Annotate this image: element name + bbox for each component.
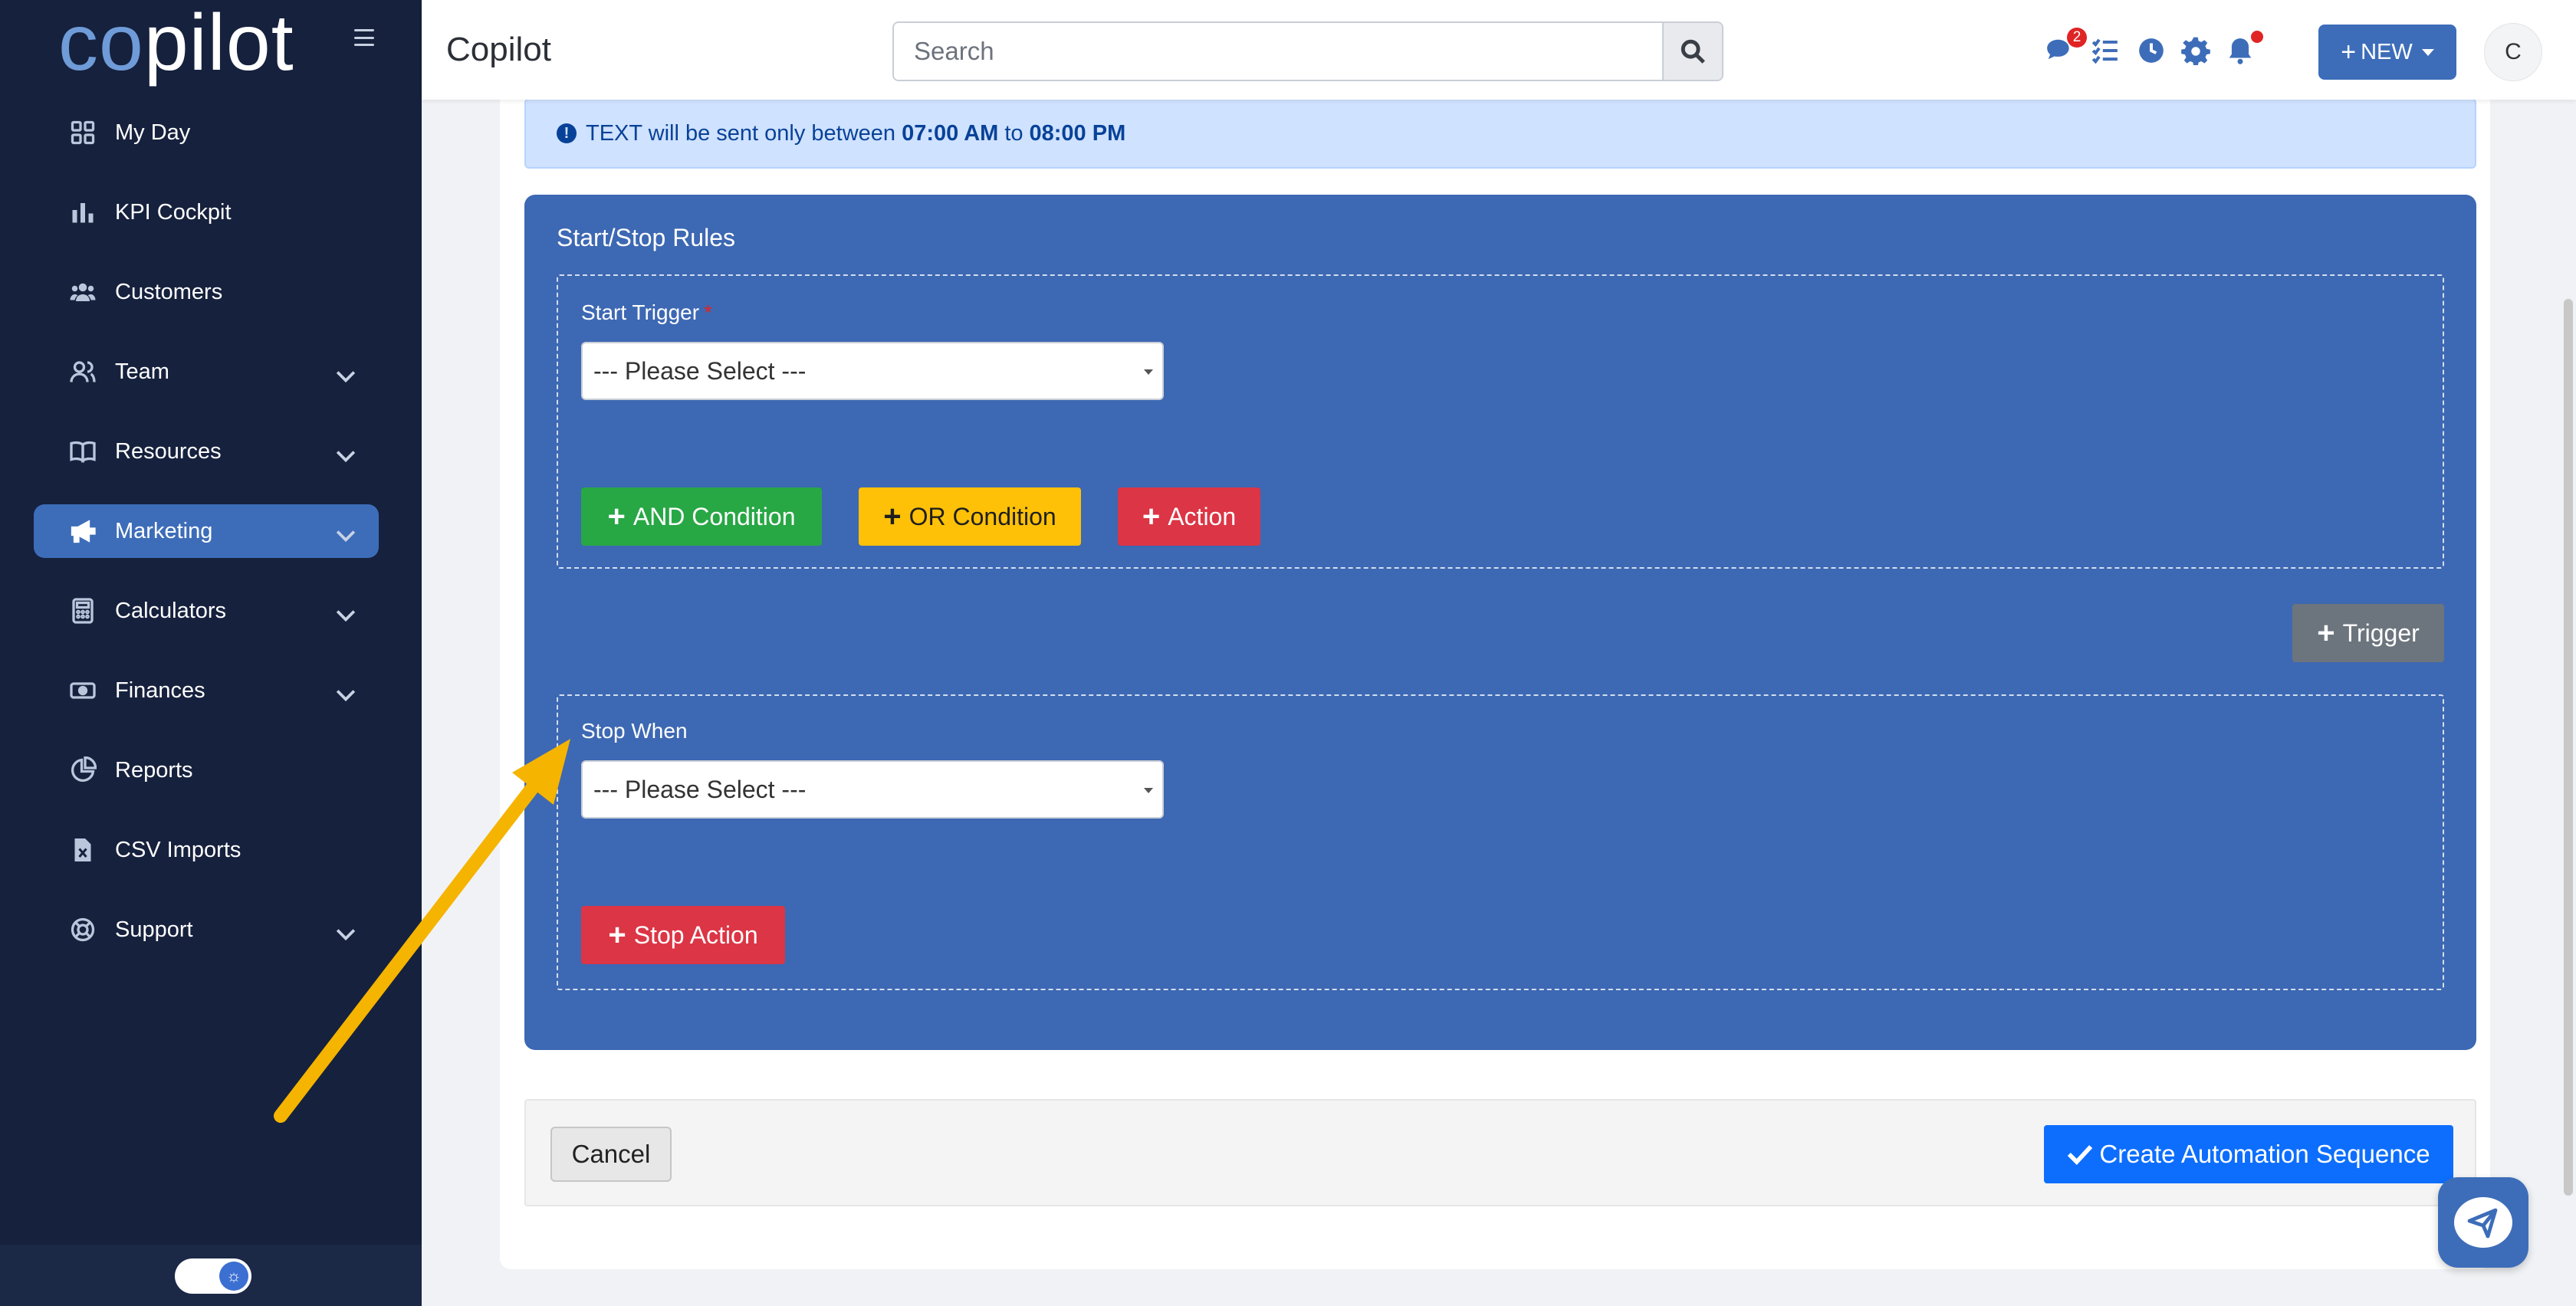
megaphone-icon <box>67 516 98 546</box>
stop-when-select[interactable]: --- Please Select --- <box>581 760 1164 819</box>
history-button[interactable] <box>2136 35 2167 66</box>
checklist-icon <box>2091 38 2118 64</box>
clock-icon <box>2139 38 2164 63</box>
notifications-button[interactable] <box>2225 31 2263 66</box>
sidebar-item-customers[interactable]: Customers <box>34 265 379 319</box>
chat-button[interactable]: 2 <box>2044 28 2087 66</box>
add-trigger-button[interactable]: + Trigger <box>2292 604 2444 662</box>
new-button[interactable]: + NEW <box>2318 25 2456 80</box>
sidebar-item-label: Finances <box>115 678 205 703</box>
start-trigger-select[interactable]: --- Please Select --- <box>581 342 1164 400</box>
menu-toggle-icon[interactable] <box>354 29 374 46</box>
or-condition-button[interactable]: + OR Condition <box>859 487 1081 546</box>
sidebar-item-label: My Day <box>115 120 191 145</box>
chat-widget-button[interactable] <box>2438 1177 2528 1268</box>
sidebar-item-label: Support <box>115 917 193 942</box>
send-chat-icon <box>2467 1208 2498 1239</box>
lifebuoy-icon <box>67 914 98 945</box>
cancel-button[interactable]: Cancel <box>550 1127 672 1182</box>
chevron-down-icon[interactable] <box>336 363 356 383</box>
file-excel-icon <box>67 835 98 865</box>
check-icon <box>2068 1145 2093 1165</box>
form-footer: Cancel Create Automation Sequence <box>524 1099 2476 1206</box>
search-input[interactable] <box>894 23 1665 80</box>
bell-icon <box>2229 38 2252 64</box>
topbar: Copilot 2 +NEW C <box>422 0 2576 100</box>
page-title: Copilot <box>446 31 551 68</box>
rules-title: Start/Stop Rules <box>557 224 735 251</box>
search-box <box>892 21 1723 81</box>
tasks-button[interactable] <box>2090 35 2121 66</box>
gear-icon <box>2181 37 2210 65</box>
sidebar-item-reports[interactable]: Reports <box>34 743 379 797</box>
team-icon <box>67 356 98 387</box>
sidebar-item-label: Customers <box>115 279 223 304</box>
sidebar-item-kpi-cockpit[interactable]: KPI Cockpit <box>34 185 379 239</box>
notification-dot <box>2251 31 2263 43</box>
stop-action-button[interactable]: + Stop Action <box>581 906 785 964</box>
start-trigger-label: Start Trigger * <box>581 300 712 324</box>
theme-toggle[interactable]: ☼ <box>175 1258 251 1294</box>
sidebar-item-label: Resources <box>115 438 222 464</box>
copilot-logo[interactable]: copilot <box>58 3 294 83</box>
caret-down-icon <box>1144 369 1153 375</box>
users-icon <box>67 277 98 307</box>
chevron-down-icon[interactable] <box>336 921 356 941</box>
caret-down-icon <box>1144 788 1153 793</box>
search-button[interactable] <box>1662 23 1722 80</box>
search-icon <box>1681 39 1705 64</box>
sidebar: copilot My Day KPI Cockpit Customers Tea… <box>0 0 422 1306</box>
sidebar-item-label: Team <box>115 359 169 384</box>
sidebar-footer: ☼ <box>0 1245 422 1306</box>
book-icon <box>67 436 98 467</box>
settings-button[interactable] <box>2180 35 2211 66</box>
caret-down-icon <box>2421 48 2434 56</box>
pie-chart-icon <box>67 755 98 786</box>
chevron-down-icon[interactable] <box>336 523 356 543</box>
sidebar-item-marketing[interactable]: Marketing <box>34 504 379 558</box>
sidebar-item-finances[interactable]: Finances <box>34 664 379 717</box>
bar-chart-icon <box>67 197 98 228</box>
chat-badge: 2 <box>2067 28 2087 48</box>
sidebar-item-my-day[interactable]: My Day <box>34 106 379 159</box>
sidebar-item-label: Marketing <box>115 518 213 543</box>
create-automation-sequence-button[interactable]: Create Automation Sequence <box>2044 1125 2453 1183</box>
action-button[interactable]: + Action <box>1118 487 1260 546</box>
sidebar-item-csv-imports[interactable]: CSV Imports <box>34 823 379 877</box>
sidebar-item-label: Reports <box>115 757 193 783</box>
sidebar-item-label: KPI Cockpit <box>115 199 232 225</box>
sidebar-item-team[interactable]: Team <box>34 345 379 399</box>
start-trigger-section: Start Trigger * --- Please Select --- + AN… <box>557 274 2444 569</box>
calculator-icon <box>67 596 98 626</box>
sidebar-item-support[interactable]: Support <box>34 903 379 957</box>
chevron-down-icon[interactable] <box>336 443 356 463</box>
grid-icon <box>67 117 98 148</box>
and-condition-button[interactable]: + AND Condition <box>581 487 822 546</box>
sidebar-item-calculators[interactable]: Calculators <box>34 584 379 638</box>
stop-when-label: Stop When <box>581 719 688 743</box>
start-stop-rules-panel: Start/Stop Rules Start Trigger * --- Plea… <box>524 195 2476 1050</box>
chevron-down-icon[interactable] <box>336 602 356 622</box>
info-banner: ! TEXT will be sent only between 07:00 A… <box>524 98 2476 169</box>
stop-when-section: Stop When --- Please Select --- + Stop Ac… <box>557 694 2444 990</box>
sidebar-item-resources[interactable]: Resources <box>34 425 379 478</box>
sidebar-item-label: CSV Imports <box>115 837 242 862</box>
sun-icon: ☼ <box>219 1262 248 1291</box>
scrollbar[interactable] <box>2564 299 2573 1196</box>
sidebar-item-label: Calculators <box>115 598 227 623</box>
info-icon: ! <box>557 123 577 143</box>
avatar[interactable]: C <box>2484 23 2542 81</box>
money-icon <box>67 675 98 706</box>
chevron-down-icon[interactable] <box>336 682 356 702</box>
